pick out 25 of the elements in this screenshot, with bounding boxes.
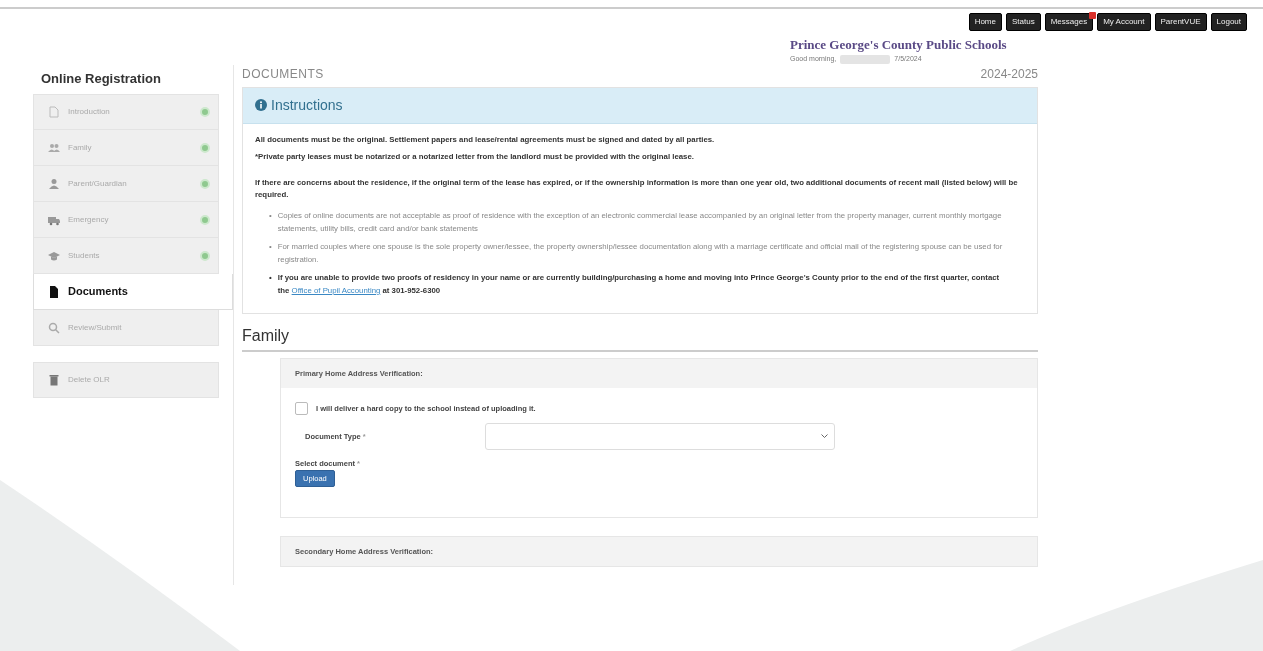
select-field[interactable] (485, 423, 835, 451)
file-icon (48, 106, 60, 119)
graduation-cap-icon (48, 249, 60, 262)
people-icon (48, 141, 60, 154)
checkbox[interactable] (295, 402, 308, 416)
nav-button[interactable]: Status (1006, 13, 1041, 31)
caret-icon (821, 434, 828, 440)
nav-button[interactable]: My Account (1097, 13, 1151, 31)
info-icon (255, 99, 267, 112)
trash-icon (48, 374, 60, 387)
section-heading: Family (242, 314, 1038, 353)
page-heading: DOCUMENTS (242, 65, 324, 83)
nav-button[interactable]: Logout (1210, 13, 1247, 31)
nav-button[interactable]: Home (968, 13, 1002, 31)
nav-button[interactable]: Messages (1044, 13, 1094, 31)
search-icon (48, 321, 60, 334)
redaction-bar (840, 54, 891, 64)
nav-button[interactable]: ParentVUE (1154, 13, 1207, 31)
person-icon (48, 177, 60, 190)
sidebar-title: Online Registration (40, 69, 162, 88)
instructions-title: Instructions (271, 95, 343, 115)
district-title: Prince George's County Public Schools (790, 35, 1008, 54)
school-year: 2024-2025 (980, 65, 1038, 83)
sidebar-item[interactable]: Documents (33, 274, 233, 311)
document-icon (48, 285, 60, 298)
